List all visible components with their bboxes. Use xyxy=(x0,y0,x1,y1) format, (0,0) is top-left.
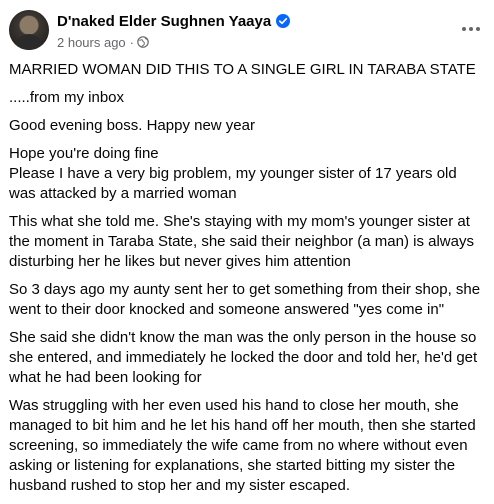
post-paragraph: So 3 days ago my aunty sent her to get s… xyxy=(9,281,481,318)
meta-separator: · xyxy=(129,34,135,50)
post-text: MARRIED WOMAN DID THIS TO A SINGLE GIRL … xyxy=(9,60,487,504)
verified-badge-icon xyxy=(276,14,291,28)
post-header: D'naked Elder Sughnen Yaaya 2 hours ago … xyxy=(0,0,494,60)
globe-icon[interactable] xyxy=(137,36,149,48)
post-timestamp[interactable]: 2 hours ago xyxy=(57,35,126,50)
more-dot-icon xyxy=(462,27,466,31)
post-paragraph: Please I have a very big problem, my you… xyxy=(9,165,457,202)
post-paragraph: Hope you're doing fine xyxy=(9,145,159,162)
post-paragraph: Was struggling with her even used his ha… xyxy=(9,397,476,494)
avatar-figure xyxy=(15,34,43,50)
author-row: D'naked Elder Sughnen Yaaya xyxy=(57,11,291,31)
post-paragraph: Good evening boss. Happy new year xyxy=(9,117,255,134)
post-meta: 2 hours ago · xyxy=(57,33,149,51)
post-paragraph: This what she told me. She's staying wit… xyxy=(9,213,474,270)
post-paragraph: .....from my inbox xyxy=(9,89,125,106)
post-paragraph: She said she didn't know the man was the… xyxy=(9,329,478,386)
avatar[interactable] xyxy=(9,10,49,50)
more-options-button[interactable] xyxy=(460,18,482,40)
more-dot-icon xyxy=(469,27,473,31)
post-headline: MARRIED WOMAN DID THIS TO A SINGLE GIRL … xyxy=(9,61,476,78)
author-name[interactable]: D'naked Elder Sughnen Yaaya xyxy=(57,13,271,30)
more-dot-icon xyxy=(476,27,480,31)
